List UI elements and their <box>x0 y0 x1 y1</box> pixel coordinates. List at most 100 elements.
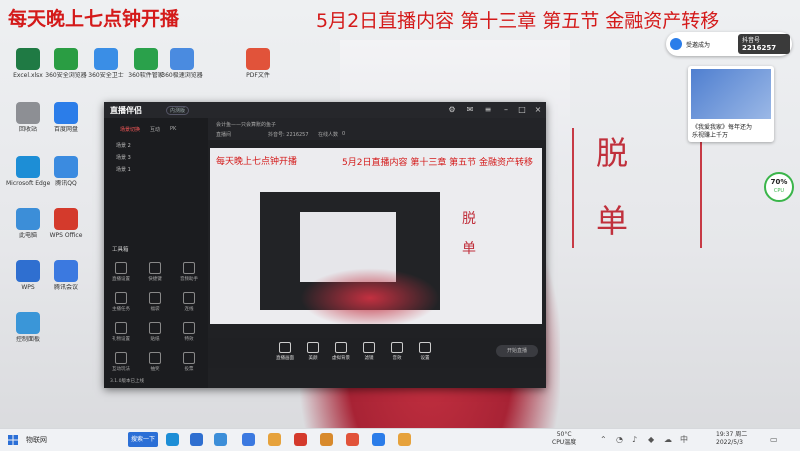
app-title-bar[interactable]: 直播伴侣 内测版 ⚙ ✉ ≡ – □ × <box>104 102 546 118</box>
app-icon[interactable] <box>398 433 411 446</box>
control-label: 虚拟背景 <box>332 356 350 361</box>
banner-schedule: 每天晚上七点钟开播 <box>8 8 180 30</box>
file-explorer-icon[interactable] <box>214 433 227 446</box>
desktop-icon-15[interactable]: 控制面板 <box>6 312 50 343</box>
left-panel: 场景切换 互动 PK 场景 2 场景 3 场景 1 工具箱 直播设置 快捷键 音… <box>104 118 208 388</box>
tab-scenes[interactable]: 场景切换 <box>120 126 140 133</box>
desktop-icon-12[interactable]: WPS Office <box>44 208 88 239</box>
folder-icon[interactable] <box>268 433 281 446</box>
notification-icon[interactable]: ▭ <box>770 436 778 444</box>
desktop-icon-10[interactable]: 腾讯QQ <box>44 156 88 187</box>
recycle-bin-icon <box>16 102 40 124</box>
control-live-screen[interactable]: 直播画面 <box>272 342 298 361</box>
app-icon[interactable] <box>346 433 359 446</box>
desktop-icon-5[interactable]: 360极速浏览器 <box>160 48 204 79</box>
meeting-icon <box>54 260 78 282</box>
wps-icon <box>16 260 40 282</box>
live-companion-window[interactable]: 直播伴侣 内测版 ⚙ ✉ ≡ – □ × 场景切换 互动 PK 场景 2 场景 … <box>104 102 546 388</box>
sticker-icon <box>149 322 161 334</box>
cpu-temperature[interactable]: 50°C CPU温度 <box>552 431 576 447</box>
tool-label: 福袋 <box>150 307 160 312</box>
tool-label: 互动玩法 <box>112 367 130 372</box>
taskbar-clock[interactable]: 19:37 周二 2022/5/3 <box>716 431 747 447</box>
scene-item[interactable]: 场景 2 <box>116 142 131 149</box>
message-icon[interactable]: ✉ <box>466 106 474 114</box>
background-icon <box>335 342 347 353</box>
control-settings[interactable]: 设置 <box>412 342 438 361</box>
version-notice[interactable]: 3.1.0版本已上线 <box>110 378 144 384</box>
tab-interaction[interactable]: 互动 <box>150 126 160 133</box>
tool-lottery[interactable]: 抽奖 <box>140 352 170 372</box>
desktop-icon-3[interactable]: 360安全卫士 <box>84 48 128 79</box>
start-live-button[interactable]: 开始直播 <box>496 345 538 357</box>
ime-icon[interactable]: 中 <box>680 436 688 444</box>
sound-icon <box>391 342 403 353</box>
desktop-icon-label: 360极速浏览器 <box>161 72 203 79</box>
taskbar-weather[interactable]: 物联网 <box>26 435 47 445</box>
tool-games[interactable]: 互动玩法 <box>106 352 136 372</box>
scene-item[interactable]: 场景 1 <box>116 166 131 173</box>
tool-stickers[interactable]: 贴纸 <box>140 322 170 342</box>
toolbox-title: 工具箱 <box>112 247 129 253</box>
tool-label: 连线 <box>184 307 194 312</box>
desktop-icon-label: 控制面板 <box>15 336 40 343</box>
edge-icon[interactable] <box>166 433 179 446</box>
cpu-gauge[interactable]: 70% CPU <box>764 172 794 202</box>
gear-icon <box>419 342 431 353</box>
control-virtual-bg[interactable]: 虚拟背景 <box>328 342 354 361</box>
control-panel-icon <box>16 312 40 334</box>
tool-gifts[interactable]: 礼物设置 <box>106 322 136 342</box>
account-badge: 抖音号 2216257 <box>738 34 790 54</box>
cloud-icon[interactable]: ☁ <box>664 436 672 444</box>
menu-icon[interactable]: ≡ <box>484 106 492 114</box>
desktop-icon-label: WPS Office <box>49 232 83 239</box>
preview-banner-topic: 5月2日直播内容 第十三章 第五节 金融资产转移 <box>342 158 534 168</box>
meeting-icon[interactable] <box>242 433 255 446</box>
desktop-icon-14[interactable]: 腾讯会议 <box>44 260 88 291</box>
tool-audio[interactable]: 音频助手 <box>174 262 204 282</box>
wps-icon[interactable] <box>294 433 307 446</box>
tool-effects[interactable]: 特效 <box>174 322 204 342</box>
viewer-count: 0 <box>342 131 346 137</box>
tool-connect[interactable]: 连线 <box>174 292 204 312</box>
screen-icon <box>279 342 291 353</box>
tool-label: 抽奖 <box>150 367 160 372</box>
desktop-icon-8[interactable]: 百度网盘 <box>44 102 88 133</box>
invite-notification[interactable]: 受邀成为 抖音号 2216257 <box>666 32 792 56</box>
folder-icon[interactable] <box>320 433 333 446</box>
settings-icon[interactable]: ⚙ <box>448 106 456 114</box>
windows-start-icon[interactable] <box>8 435 18 445</box>
shield-icon[interactable]: ◆ <box>648 436 656 444</box>
stream-preview[interactable]: 每天晚上七点钟开播 5月2日直播内容 第十三章 第五节 金融资产转移 脱 单 <box>210 148 542 324</box>
computer-icon <box>16 208 40 230</box>
control-label: 美颜 <box>308 356 318 361</box>
browser-icon[interactable] <box>372 433 385 446</box>
control-sound[interactable]: 音效 <box>384 342 410 361</box>
maximize-icon[interactable]: □ <box>518 106 526 114</box>
tool-vote[interactable]: 投票 <box>174 352 204 372</box>
news-card[interactable]: 《我爱我家》每年还为 乐视赚上千万 <box>688 66 774 142</box>
mail-icon[interactable] <box>190 433 203 446</box>
taskbar-search-button[interactable]: 搜索一下 <box>128 432 158 447</box>
volume-icon[interactable]: ♪ <box>632 436 640 444</box>
desktop-icon-2[interactable]: 360安全浏览器 <box>44 48 88 79</box>
close-icon[interactable]: × <box>534 106 542 114</box>
tool-lucky-bag[interactable]: 福袋 <box>140 292 170 312</box>
tool-hotkeys[interactable]: 快捷键 <box>140 262 170 282</box>
vote-icon <box>183 352 195 364</box>
shield-icon <box>94 48 118 70</box>
tool-label: 特效 <box>184 337 194 342</box>
desktop-icon-6[interactable]: PDF文件 <box>236 48 280 79</box>
tab-pk[interactable]: PK <box>170 126 176 132</box>
desktop-icon-label: 腾讯QQ <box>55 180 77 187</box>
task-icon <box>115 292 127 304</box>
control-beauty[interactable]: 美颜 <box>300 342 326 361</box>
preview-toolbar: 会计鱼——只会算账的鱼子 直播间 抖音号: 2216257 在线人数 0 <box>208 118 546 140</box>
tool-tasks[interactable]: 主播任务 <box>106 292 136 312</box>
network-icon[interactable]: ◔ <box>616 436 624 444</box>
tool-live-settings[interactable]: 直播设置 <box>106 262 136 282</box>
control-filter[interactable]: 滤镜 <box>356 342 382 361</box>
minimize-icon[interactable]: – <box>502 106 510 114</box>
chevron-up-icon[interactable]: ⌃ <box>600 436 608 444</box>
scene-item[interactable]: 场景 3 <box>116 154 131 161</box>
